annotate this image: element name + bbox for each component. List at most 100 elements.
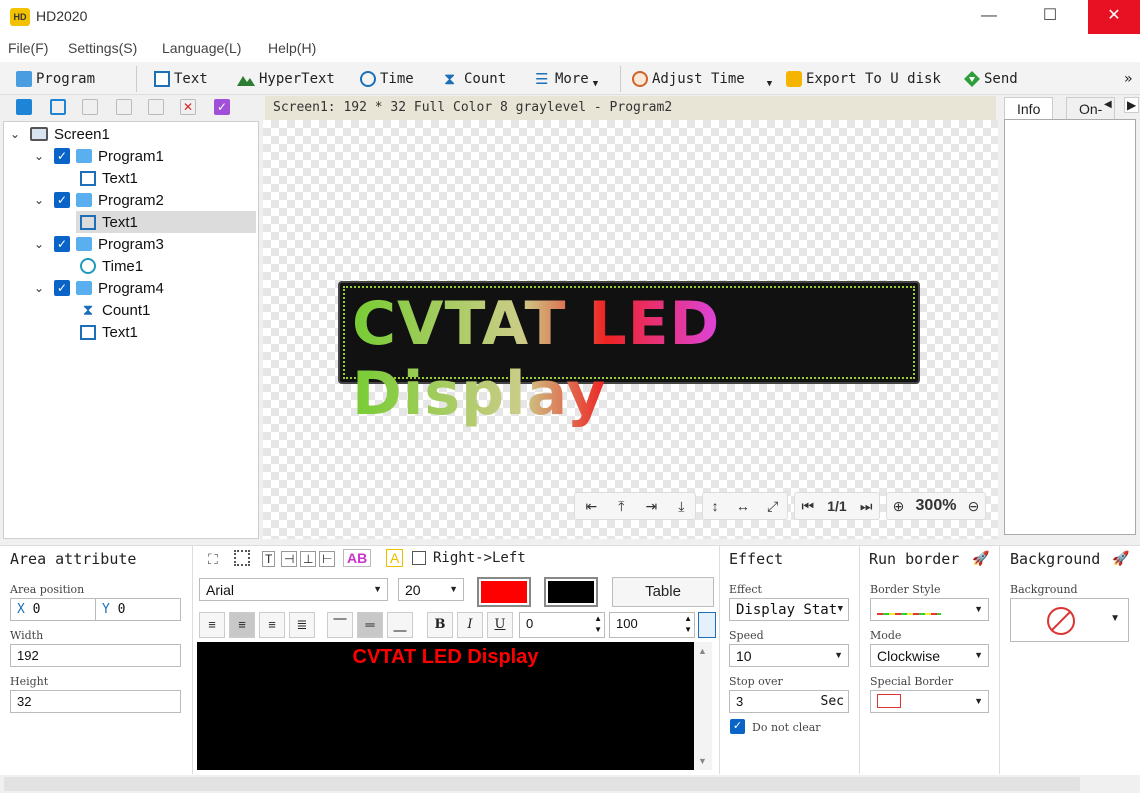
stepper-arrows-icon[interactable]: ▲ ▼ (684, 613, 692, 635)
stretch-vertical-icon[interactable]: ↕ (712, 498, 719, 514)
tab-info[interactable]: Info (1004, 97, 1054, 119)
tab-scroll-left-icon[interactable]: ◀ (1104, 99, 1112, 110)
editor-scrollbar[interactable]: ▲ ▼ (694, 642, 712, 770)
stretch-horizontal-icon[interactable]: ↔ (736, 498, 750, 514)
more-button[interactable]: ☰ More ▼ (535, 68, 598, 90)
valign-top-button[interactable]: ⎺ (327, 612, 353, 638)
rocket-icon[interactable]: 🚀 (972, 550, 989, 567)
font-size-select[interactable]: 20 (398, 578, 464, 601)
align-right-button[interactable]: ≡ (259, 612, 285, 638)
fullscreen-icon[interactable]: ⤢ (767, 498, 778, 515)
toolbar-overflow-button[interactable]: » (1124, 68, 1132, 90)
checkbox[interactable]: ✓ (54, 236, 70, 252)
send-button[interactable]: Send (964, 68, 1018, 90)
checkbox[interactable]: ✓ (54, 280, 70, 296)
text-effect-button[interactable]: A (386, 549, 404, 567)
paste-icon[interactable] (82, 99, 98, 115)
image-insert-icon[interactable] (698, 612, 716, 638)
chevron-down-icon[interactable]: ▼ (1110, 613, 1120, 624)
count-button[interactable]: ⧗ Count (444, 68, 506, 90)
delete-icon[interactable]: ✕ (180, 99, 196, 115)
rocket-icon[interactable]: 🚀 (1112, 550, 1129, 567)
tree-item[interactable]: Text1 (80, 321, 138, 343)
stop-over-field[interactable]: 3 Sec (729, 690, 849, 713)
zoom-in-icon[interactable]: ⊕ (893, 498, 905, 515)
align-bottom-icon[interactable]: ⤓ (678, 498, 684, 515)
program-add-icon[interactable] (50, 99, 66, 115)
align-center-button[interactable]: ≡ (229, 612, 255, 638)
chevron-down-icon[interactable]: ⌄ (10, 127, 20, 141)
text-color-button[interactable] (477, 577, 531, 607)
align-top-icon[interactable]: ⤒ (618, 498, 624, 515)
zoom-out-icon[interactable]: ⊖ (968, 498, 980, 515)
tree-program[interactable]: ⌄ ✓ Program3 (34, 233, 164, 255)
tree-program[interactable]: ⌄ ✓ Program1 (34, 145, 164, 167)
tree-program[interactable]: ⌄ ✓ Program4 (34, 277, 164, 299)
align-left-button[interactable]: ≡ (199, 612, 225, 638)
underline-button[interactable]: U (487, 612, 513, 638)
background-color-button[interactable] (544, 577, 598, 607)
do-not-clear-checkbox[interactable]: ✓ (730, 719, 745, 734)
stepper-arrows-icon[interactable]: ▲ ▼ (594, 613, 602, 635)
speed-select[interactable]: 10 (729, 644, 849, 667)
menu-settings[interactable]: Settings(S) (68, 40, 137, 56)
led-display-area[interactable]: CVTAT LED Display (338, 281, 920, 429)
screen-add-icon[interactable] (16, 99, 32, 115)
frame-icon[interactable]: ⛶ (208, 551, 218, 568)
background-select[interactable]: ▼ (1010, 598, 1129, 642)
close-button[interactable]: ✕ (1088, 0, 1140, 34)
italic-button[interactable]: I (457, 612, 483, 638)
spacing-stepper[interactable]: 0 ▲ ▼ (519, 612, 605, 638)
text-format-icon[interactable]: T (262, 551, 276, 567)
checkbox[interactable]: ✓ (54, 148, 70, 164)
text-editor-area[interactable]: CVTAT LED Display (197, 642, 694, 770)
chevron-down-icon[interactable]: ⌄ (34, 149, 44, 163)
align-left-icon[interactable]: ⇤ (586, 498, 598, 515)
tree-item[interactable]: Text1 (80, 167, 138, 189)
y-field[interactable]: Y 0 (95, 598, 181, 621)
justify-button[interactable]: ≣ (289, 612, 315, 638)
chevron-down-icon[interactable]: ⌄ (34, 237, 44, 251)
mode-select[interactable]: Clockwise (870, 644, 989, 667)
checkbox[interactable]: ✓ (54, 192, 70, 208)
tree-item-selected[interactable]: Text1 (76, 211, 256, 233)
align-bottom-text-icon[interactable]: ⊥ (300, 551, 317, 567)
menu-language[interactable]: Language(L) (162, 40, 241, 56)
move-down-icon[interactable] (148, 99, 164, 115)
effect-select[interactable]: Display Stat (729, 598, 849, 621)
x-field[interactable]: X 0 (10, 598, 96, 621)
time-button[interactable]: Time (360, 68, 414, 90)
tree-program[interactable]: ⌄ ✓ Program2 (34, 189, 164, 211)
align-right-icon[interactable]: ⇥ (646, 498, 658, 515)
program-button[interactable]: Program (16, 68, 95, 90)
tab-scroll-right-icon[interactable]: ▶ (1124, 97, 1140, 113)
special-border-select[interactable] (870, 690, 989, 713)
scale-stepper[interactable]: 100 ▲ ▼ (609, 612, 695, 638)
tree-item[interactable]: Time1 (80, 255, 143, 277)
table-button[interactable]: Table (612, 577, 714, 607)
height-field[interactable]: 32 (10, 690, 181, 713)
chevron-down-icon[interactable]: ⌄ (34, 193, 44, 207)
bold-button[interactable]: B (427, 612, 453, 638)
chevron-down-icon[interactable]: ⌄ (34, 281, 44, 295)
border-icon[interactable] (234, 550, 250, 566)
border-style-select[interactable] (870, 598, 989, 621)
valign-middle-button[interactable]: ═ (357, 612, 383, 638)
font-select[interactable]: Arial (199, 578, 388, 601)
align-left-text-icon[interactable]: ⊢ (319, 551, 336, 567)
previous-page-icon[interactable]: ⏮ (802, 498, 815, 515)
select-all-icon[interactable]: ✓ (214, 99, 230, 115)
menu-file[interactable]: File(F) (8, 40, 48, 56)
menu-help[interactable]: Help(H) (268, 40, 316, 56)
adjust-time-button[interactable]: Adjust Time ▼ (632, 68, 772, 90)
next-page-icon[interactable]: ⏭ (860, 498, 873, 515)
export-button[interactable]: Export To U disk (786, 68, 941, 90)
width-field[interactable]: 192 (10, 644, 181, 667)
text-button[interactable]: Text (154, 68, 208, 90)
align-right-text-icon[interactable]: ⊣ (281, 551, 298, 567)
hypertext-button[interactable]: HyperText (237, 68, 335, 90)
horizontal-scrollbar[interactable] (4, 777, 1080, 791)
move-up-icon[interactable] (116, 99, 132, 115)
tree-item[interactable]: ⧗ Count1 (80, 299, 151, 321)
valign-bottom-button[interactable]: ⎽ (387, 612, 413, 638)
